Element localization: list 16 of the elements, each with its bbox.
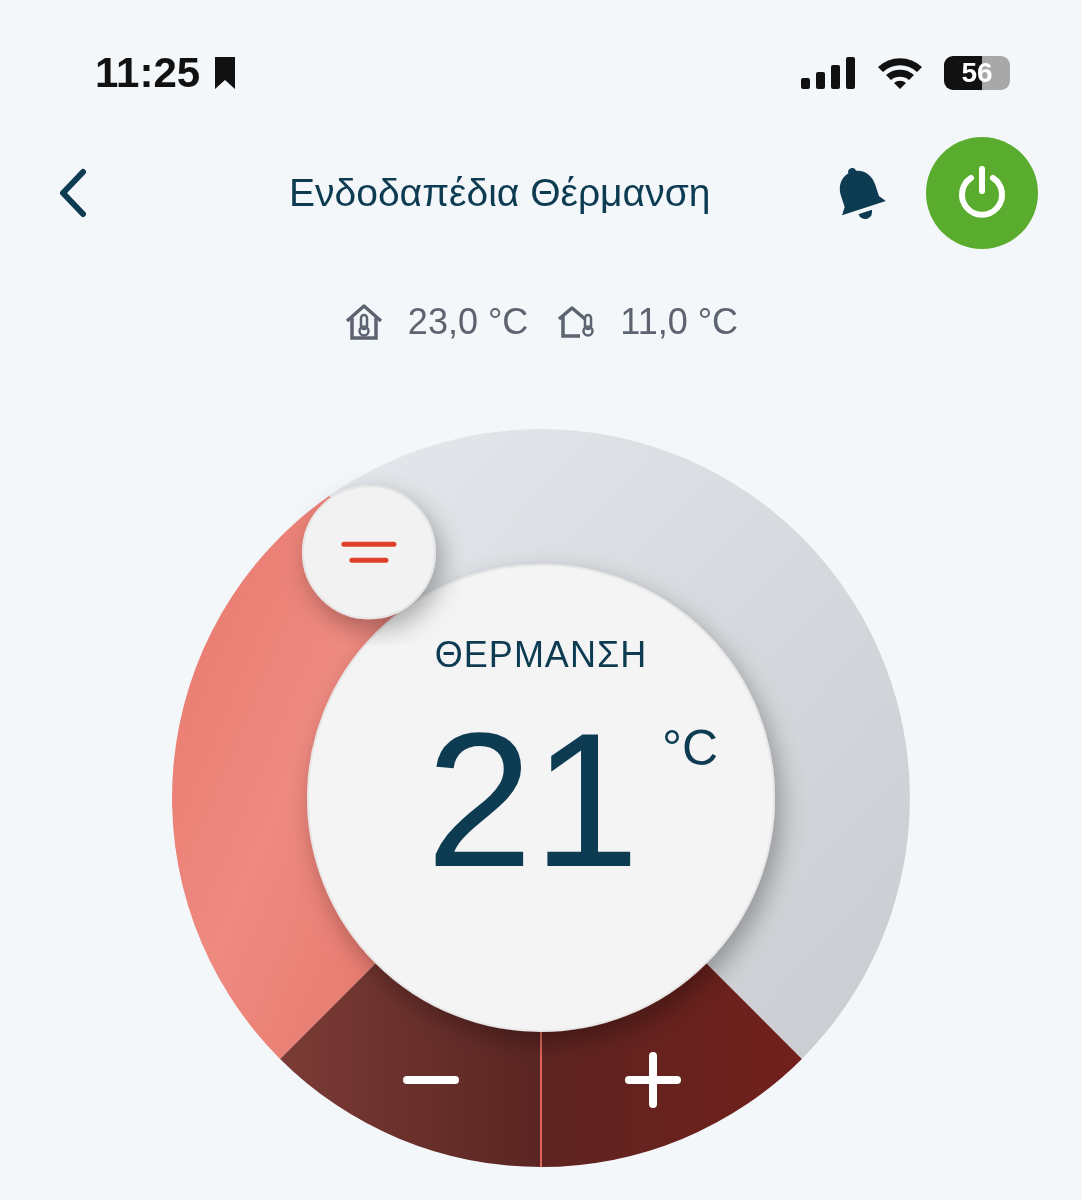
plus-icon xyxy=(625,1052,681,1108)
dial-handle[interactable] xyxy=(301,485,436,620)
signal-icon xyxy=(800,55,856,90)
mode-label: ΘΕΡΜΑΝΣΗ xyxy=(433,633,649,677)
decrease-button[interactable] xyxy=(280,962,541,1167)
temperature-reading: 23,0 °C xyxy=(407,301,529,343)
setpoint-value: 21 xyxy=(426,704,640,896)
clock-time: 11:25 xyxy=(95,48,201,97)
lines-icon xyxy=(341,541,397,563)
unit-label: °C xyxy=(662,723,719,773)
minus-icon xyxy=(403,1076,459,1084)
increase-button[interactable] xyxy=(541,962,802,1167)
house-thermometer-icon xyxy=(556,303,597,341)
house-thermometer-icon xyxy=(343,303,384,341)
temperature-reading: 11,0 °C xyxy=(620,301,739,343)
page-title: Ενδοδαπέδια Θέρμανση xyxy=(289,171,711,215)
